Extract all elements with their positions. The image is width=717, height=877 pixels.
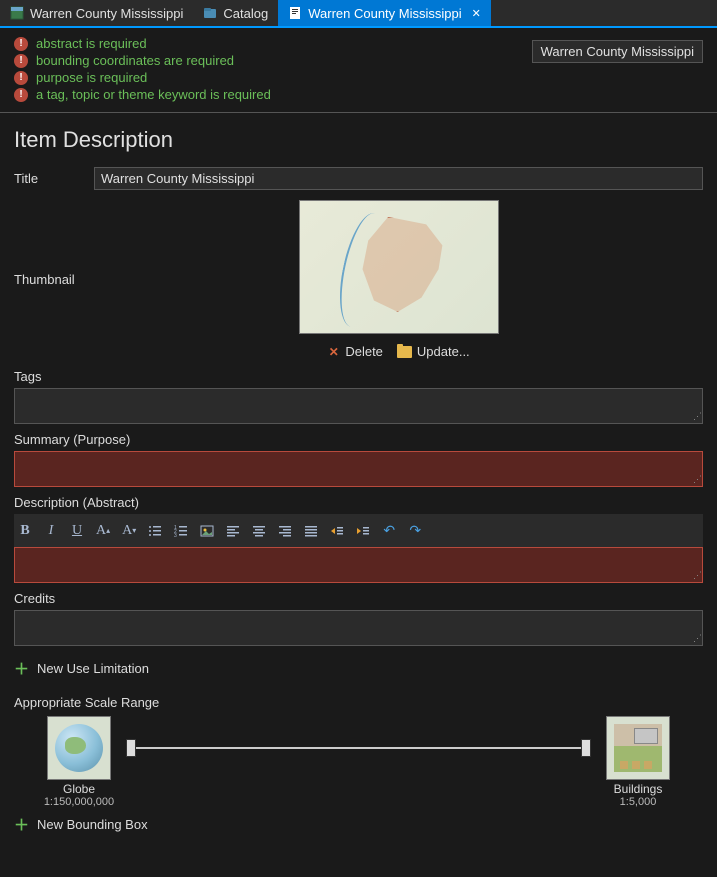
description-label: Description (Abstract) — [14, 495, 703, 510]
scale-range: Globe 1:150,000,000 Buildings 1: — [14, 716, 703, 808]
globe-icon — [47, 716, 111, 780]
add-bounding-box-label: New Bounding Box — [37, 817, 148, 832]
tab-label: Warren County Mississippi — [308, 6, 461, 21]
credits-label: Credits — [14, 591, 703, 606]
tab-map[interactable]: Warren County Mississippi — [0, 0, 193, 26]
align-justify-button[interactable] — [304, 524, 318, 538]
thumbnail-image[interactable] — [299, 200, 499, 334]
catalog-icon — [203, 6, 217, 20]
tab-label: Warren County Mississippi — [30, 6, 183, 21]
title-label: Title — [14, 171, 84, 186]
tags-input[interactable] — [14, 388, 703, 424]
warning-icon: ! — [14, 54, 28, 68]
list-bullets-button[interactable] — [148, 524, 162, 538]
tab-bar: Warren County Mississippi Catalog Warren… — [0, 0, 717, 28]
thumbnail-row: Thumbnail ✕ Delete Update... — [14, 200, 703, 359]
list-numbers-button[interactable]: 123 — [174, 524, 188, 538]
svg-text:3: 3 — [174, 533, 177, 538]
close-icon[interactable]: ✕ — [472, 7, 481, 20]
title-row: Title — [14, 167, 703, 190]
scale-range-label: Appropriate Scale Range — [14, 695, 703, 710]
scale-max-value: 1:5,000 — [620, 796, 657, 808]
section-heading: Item Description — [14, 127, 703, 153]
validation-item[interactable]: ! abstract is required — [14, 36, 271, 51]
scale-slider[interactable] — [128, 716, 589, 780]
scale-max: Buildings 1:5,000 — [593, 716, 683, 808]
credits-input[interactable] — [14, 610, 703, 646]
align-center-button[interactable] — [252, 524, 266, 538]
delete-icon: ✕ — [327, 345, 340, 358]
warning-icon: ! — [14, 88, 28, 102]
slider-handle-max[interactable] — [581, 739, 591, 757]
plus-icon: ＋ — [14, 658, 29, 679]
update-label: Update... — [417, 344, 470, 359]
tab-label: Catalog — [223, 6, 268, 21]
italic-button[interactable]: I — [44, 523, 58, 539]
content: Item Description Title Thumbnail ✕ Delet… — [0, 113, 717, 866]
align-left-button[interactable] — [226, 524, 240, 538]
slider-handle-min[interactable] — [126, 739, 136, 757]
font-shrink-button[interactable]: A▾ — [122, 523, 136, 539]
warning-icon: ! — [14, 71, 28, 85]
plus-icon: ＋ — [14, 814, 29, 835]
underline-button[interactable]: U — [70, 523, 84, 539]
delete-thumbnail-button[interactable]: ✕ Delete — [327, 344, 383, 359]
add-use-limitation-label: New Use Limitation — [37, 661, 149, 676]
map-icon — [10, 6, 24, 20]
validation-list: ! abstract is required ! bounding coordi… — [14, 36, 271, 102]
align-right-button[interactable] — [278, 524, 292, 538]
thumbnail-container: ✕ Delete Update... — [94, 200, 703, 359]
validation-text: a tag, topic or theme keyword is require… — [36, 87, 271, 102]
title-input[interactable] — [94, 167, 703, 190]
warning-icon: ! — [14, 37, 28, 51]
validation-text: bounding coordinates are required — [36, 53, 234, 68]
font-grow-button[interactable]: A▴ — [96, 523, 110, 539]
redo-button[interactable]: ↷ — [408, 522, 422, 539]
validation-item[interactable]: ! bounding coordinates are required — [14, 53, 271, 68]
metadata-icon — [288, 6, 302, 20]
validation-item[interactable]: ! purpose is required — [14, 70, 271, 85]
tab-catalog[interactable]: Catalog — [193, 0, 278, 26]
indent-increase-button[interactable] — [330, 524, 344, 538]
richtext-toolbar: B I U A▴ A▾ 123 ↶ ↷ — [14, 514, 703, 547]
summary-label: Summary (Purpose) — [14, 432, 703, 447]
indent-decrease-button[interactable] — [356, 524, 370, 538]
undo-button[interactable]: ↶ — [382, 522, 396, 539]
update-thumbnail-button[interactable]: Update... — [397, 344, 470, 359]
scale-max-caption: Buildings — [614, 782, 663, 796]
thumbnail-label: Thumbnail — [14, 272, 84, 287]
validation-item[interactable]: ! a tag, topic or theme keyword is requi… — [14, 87, 271, 102]
scale-min: Globe 1:150,000,000 — [34, 716, 124, 808]
scale-min-caption: Globe — [63, 782, 95, 796]
tab-metadata[interactable]: Warren County Mississippi ✕ — [278, 0, 491, 26]
validation-area: ! abstract is required ! bounding coordi… — [0, 28, 717, 106]
validation-text: abstract is required — [36, 36, 147, 51]
insert-image-button[interactable] — [200, 524, 214, 538]
summary-input[interactable] — [14, 451, 703, 487]
add-bounding-box-button[interactable]: ＋ New Bounding Box — [14, 808, 703, 841]
item-name-tooltip: Warren County Mississippi — [532, 40, 703, 63]
thumbnail-actions: ✕ Delete Update... — [327, 344, 469, 359]
description-input[interactable] — [14, 547, 703, 583]
validation-text: purpose is required — [36, 70, 147, 85]
scale-min-value: 1:150,000,000 — [44, 796, 114, 808]
folder-icon — [397, 346, 412, 358]
delete-label: Delete — [345, 344, 383, 359]
bold-button[interactable]: B — [18, 523, 32, 539]
tags-label: Tags — [14, 369, 703, 384]
buildings-icon — [606, 716, 670, 780]
add-use-limitation-button[interactable]: ＋ New Use Limitation — [14, 652, 703, 685]
